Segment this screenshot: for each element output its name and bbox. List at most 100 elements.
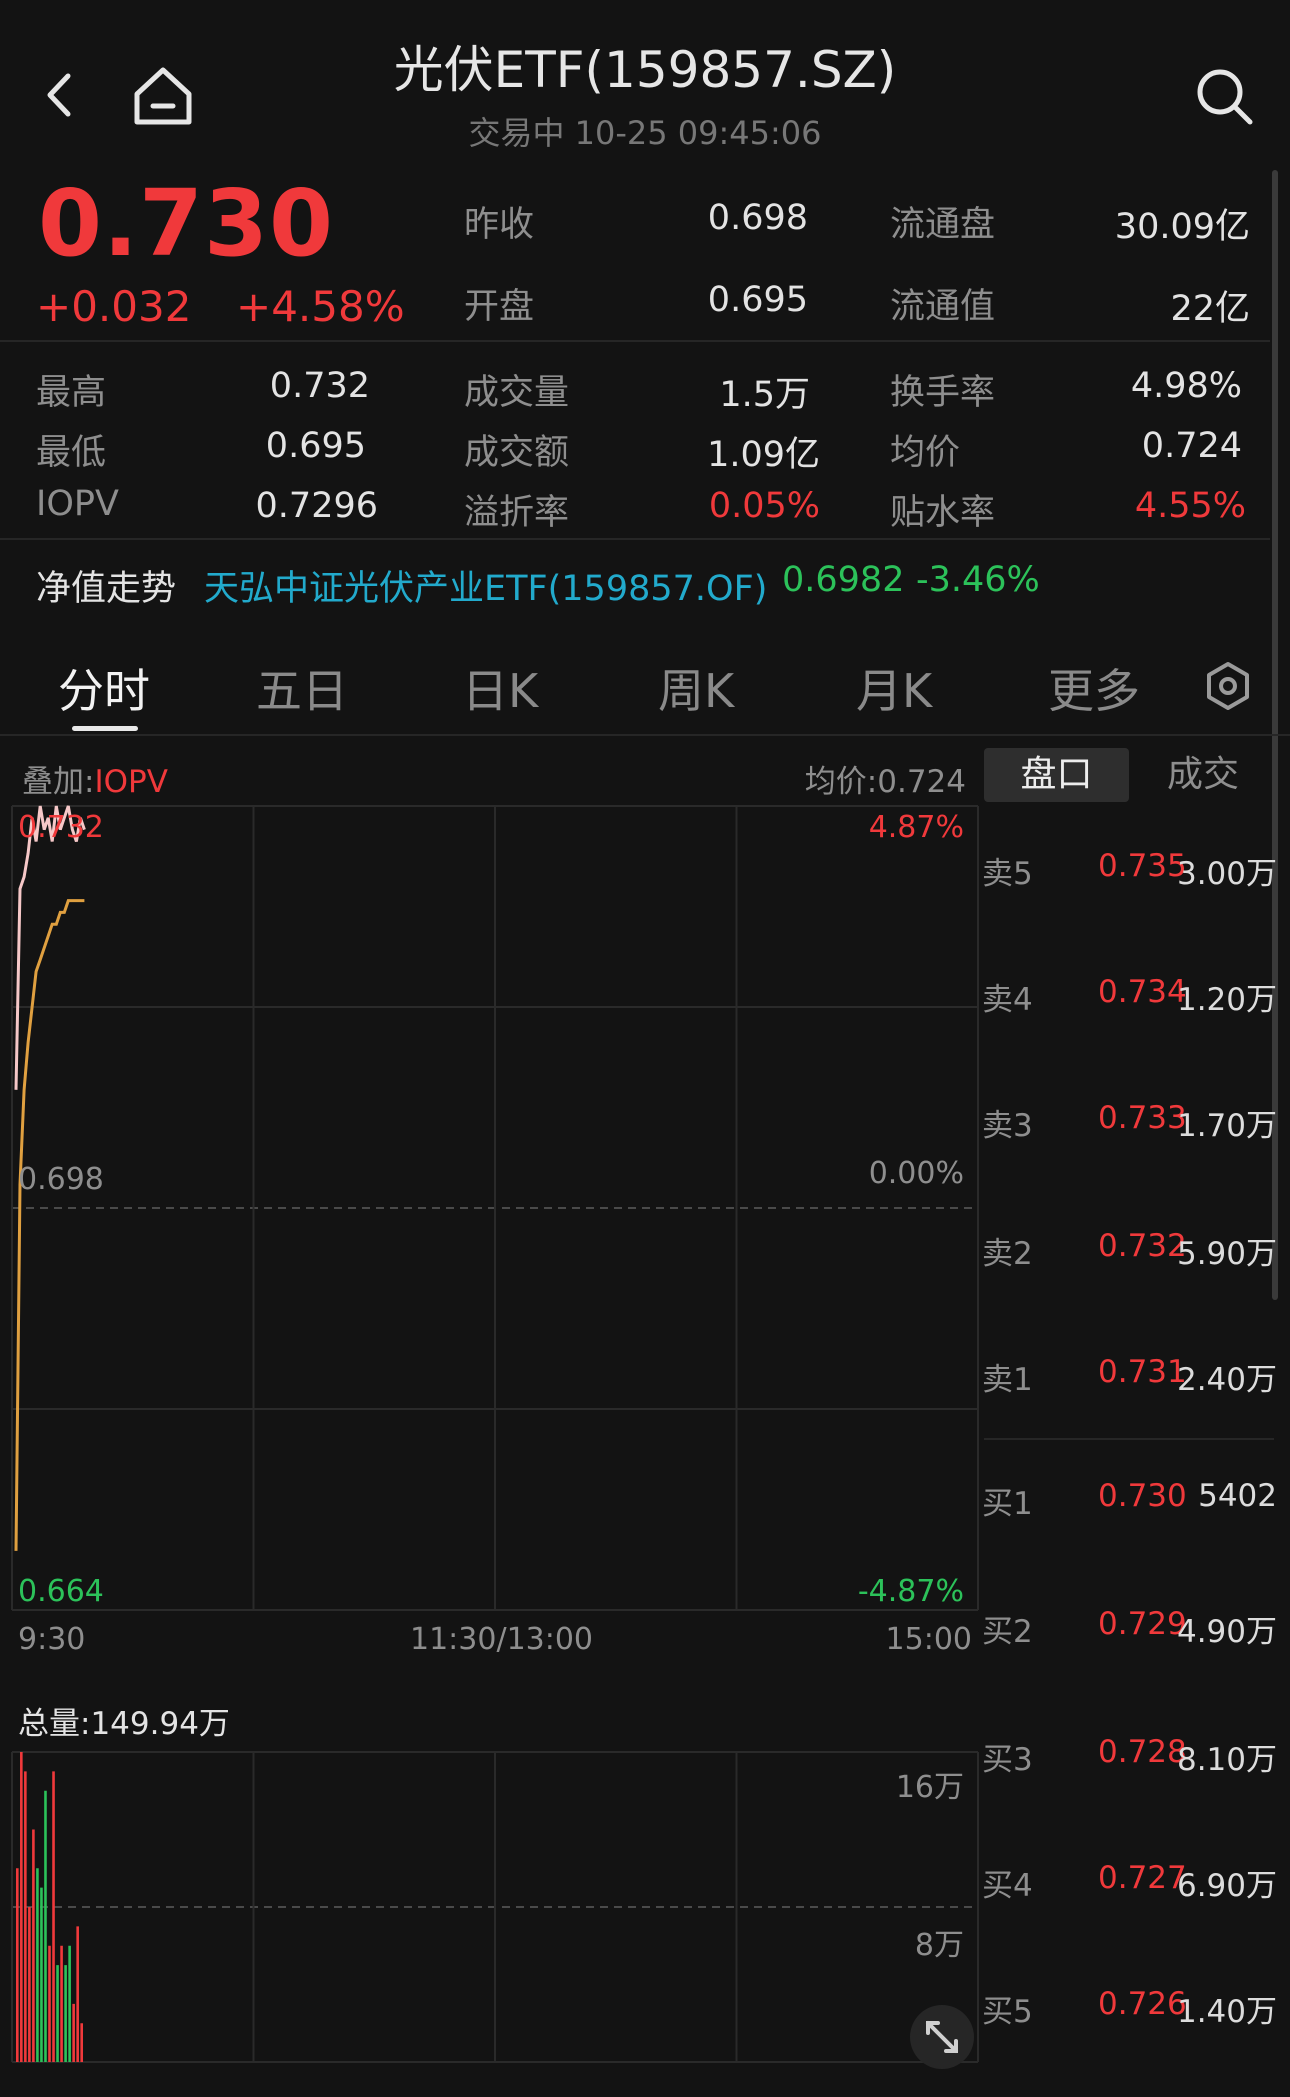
float-shares-value: 30.09亿 [1114, 207, 1250, 247]
volume-bar [28, 1907, 31, 2062]
chart-bottom-pct: -4.87% [857, 1574, 964, 1609]
bid-volume: 5402 [1198, 1478, 1277, 1514]
ask-price: 0.733 [1098, 1100, 1187, 1136]
float-value-label: 流通值 [890, 287, 996, 327]
nav-value: 0.6982 [782, 560, 905, 600]
tab-more[interactable]: 更多 [1048, 655, 1140, 721]
prev-close-label: 昨收 [464, 205, 535, 245]
intraday-chart[interactable] [0, 740, 980, 2097]
nav-trend-label: 净值走势 [36, 569, 177, 609]
bid-level-label: 买4 [982, 1868, 1033, 1904]
volume-bar [76, 1926, 79, 2062]
ask-level-label: 卖2 [982, 1236, 1033, 1272]
discount-label: 贴水率 [890, 493, 996, 533]
ask-level-label: 卖3 [982, 1108, 1033, 1144]
overlay-label[interactable]: 叠加:IOPV [22, 756, 168, 801]
volume-bar [24, 1771, 27, 2062]
tab-weekly-k[interactable]: 周K [658, 655, 734, 721]
amount-label: 成交额 [464, 433, 570, 473]
time-start: 9:30 [18, 1622, 86, 1657]
search-button[interactable] [1190, 60, 1260, 130]
time-mid: 11:30/13:00 [410, 1622, 594, 1657]
discount-value: 4.55% [1134, 486, 1246, 526]
ask-price: 0.734 [1098, 974, 1187, 1010]
search-icon [1197, 69, 1253, 125]
ask-row-4[interactable]: 卖4 0.734 1.20万 [982, 974, 1277, 1024]
volume-bar [44, 1790, 47, 2062]
volume-bar [64, 1965, 67, 2062]
bid-volume: 4.90万 [1176, 1614, 1277, 1650]
bid-level-label: 买2 [982, 1614, 1033, 1650]
turnover-rate-label: 换手率 [890, 373, 996, 413]
ask-row-1[interactable]: 卖1 0.731 2.40万 [982, 1354, 1277, 1404]
ask-level-label: 卖1 [982, 1362, 1033, 1398]
bid-row-5[interactable]: 买5 0.726 1.40万 [982, 1986, 1277, 2036]
amount-value: 1.09亿 [707, 435, 820, 475]
tab-orderbook[interactable]: 盘口 [984, 748, 1129, 802]
premium-value: 0.05% [708, 486, 820, 526]
low-label: 最低 [36, 433, 107, 473]
ask-volume: 5.90万 [1176, 1236, 1277, 1272]
settings-hexagon-icon [1207, 662, 1249, 710]
ask-row-5[interactable]: 卖5 0.735 3.00万 [982, 848, 1277, 898]
ask-volume: 1.70万 [1176, 1108, 1277, 1144]
tab-five-day[interactable]: 五日 [256, 655, 348, 721]
float-shares-label: 流通盘 [890, 205, 996, 245]
bid-row-1[interactable]: 买1 0.730 5402 [982, 1478, 1277, 1528]
volume-bar [36, 1868, 39, 2062]
price-change: +0.032 [36, 282, 192, 331]
volume-bar [16, 1868, 19, 2062]
high-value: 0.732 [269, 366, 370, 406]
page-title: 光伏ETF(159857.SZ) [393, 41, 897, 99]
bid-row-4[interactable]: 买4 0.727 6.90万 [982, 1860, 1277, 1910]
bid-row-2[interactable]: 买2 0.729 4.90万 [982, 1606, 1277, 1656]
chart-grid [11, 805, 979, 2063]
bid-row-3[interactable]: 买3 0.728 8.10万 [982, 1734, 1277, 1784]
premium-label: 溢折率 [464, 493, 570, 533]
chart-top-pct: 4.87% [868, 810, 964, 845]
ask-row-3[interactable]: 卖3 0.733 1.70万 [982, 1100, 1277, 1150]
time-end: 15:00 [885, 1622, 972, 1657]
avg-price-value: 0.724 [1141, 426, 1242, 466]
ask-price: 0.732 [1098, 1228, 1187, 1264]
volume-bar [68, 1945, 71, 2062]
nav-change: -3.46% [916, 560, 1040, 600]
volume-label: 成交量 [464, 373, 570, 413]
chart-settings-button[interactable] [1200, 658, 1256, 714]
chart-mid-price: 0.698 [18, 1162, 104, 1197]
avg-price-label: 均价 [890, 433, 961, 473]
bid-price: 0.730 [1098, 1478, 1187, 1514]
tab-intraday[interactable]: 分时 [58, 655, 150, 721]
chart-top-price: 0.732 [18, 810, 104, 845]
expand-arrows-icon [926, 2021, 958, 2053]
turnover-rate-value: 4.98% [1130, 366, 1242, 406]
float-value-value: 22亿 [1170, 289, 1250, 329]
high-label: 最高 [36, 373, 107, 413]
vol-tick-high: 16万 [895, 1770, 964, 1805]
bid-level-label: 买5 [982, 1994, 1033, 2030]
tab-trades[interactable]: 成交 [1132, 748, 1274, 802]
bid-volume: 1.40万 [1176, 1994, 1277, 2030]
bid-price: 0.729 [1098, 1606, 1187, 1642]
bid-price: 0.726 [1098, 1986, 1187, 2022]
fullscreen-button[interactable] [910, 2005, 974, 2069]
volume-bar [20, 1752, 23, 2062]
volume-bar [60, 1945, 63, 2062]
tab-daily-k[interactable]: 日K [462, 655, 538, 721]
ask-level-label: 卖4 [982, 982, 1033, 1018]
chart-bottom-price: 0.664 [18, 1574, 104, 1609]
bid-level-label: 买1 [982, 1486, 1033, 1522]
iopv-value: 0.7296 [255, 486, 378, 526]
iopv-label: IOPV [36, 484, 119, 524]
prev-close-value: 0.698 [707, 198, 808, 238]
tab-monthly-k[interactable]: 月K [856, 655, 932, 721]
volume-value: 1.5万 [719, 375, 810, 415]
bid-price: 0.728 [1098, 1734, 1187, 1770]
low-value: 0.695 [265, 426, 366, 466]
orderbook-divider [984, 1438, 1274, 1440]
open-label: 开盘 [464, 287, 535, 327]
volume-bar [80, 2023, 83, 2062]
nav-fund-link[interactable]: 天弘中证光伏产业ETF(159857.OF) [204, 560, 767, 611]
divider [0, 538, 1270, 540]
ask-row-2[interactable]: 卖2 0.732 5.90万 [982, 1228, 1277, 1278]
